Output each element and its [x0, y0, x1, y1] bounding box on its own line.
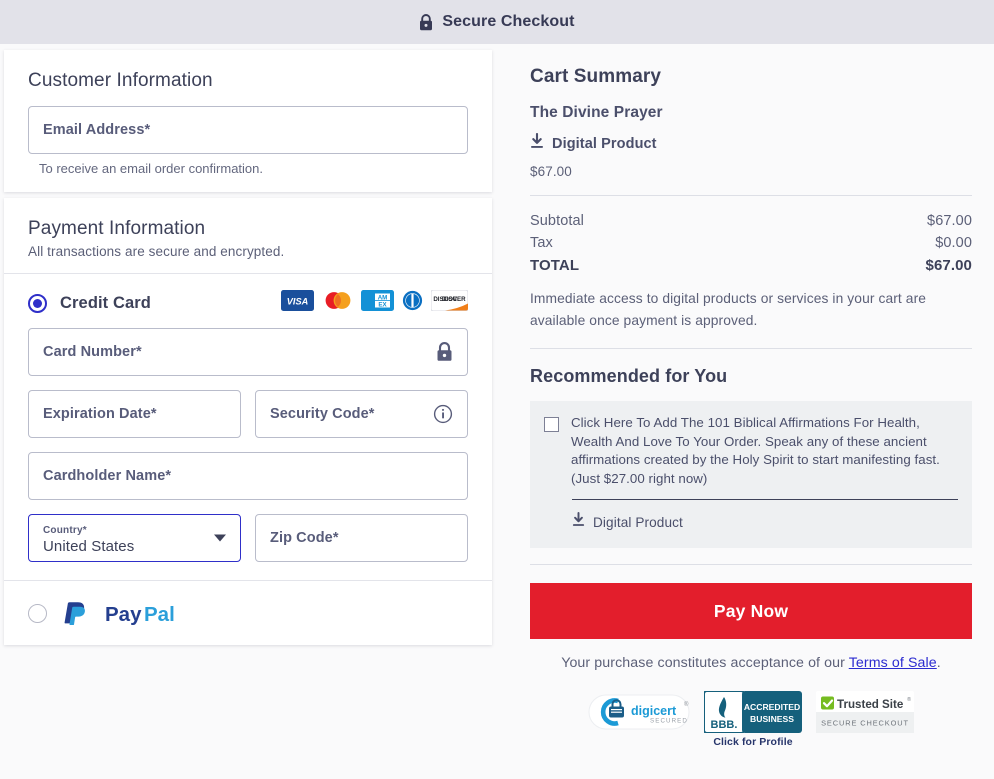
zip-code-placeholder: Zip Code*: [270, 530, 339, 546]
card-brand-logos: VISA AM EX DISC DISCOVER: [281, 289, 469, 316]
subtotal-label: Subtotal: [530, 213, 585, 229]
svg-text:VISA: VISA: [287, 297, 308, 307]
country-label: Country*: [43, 525, 87, 536]
bbb-badge[interactable]: BBB. ACCREDITED BUSINESS Click for Profi…: [704, 691, 802, 748]
svg-text:BBB.: BBB.: [711, 719, 738, 731]
svg-text:Trusted: Trusted: [837, 698, 879, 711]
pay-now-button[interactable]: Pay Now: [530, 583, 972, 639]
svg-text:Pay: Pay: [105, 603, 142, 626]
svg-text:®: ®: [684, 701, 689, 708]
svg-text:Site: Site: [882, 698, 904, 711]
total-label: TOTAL: [530, 257, 580, 274]
checkout-page: Secure Checkout Customer Information Ema…: [0, 0, 994, 779]
svg-text:Pal: Pal: [144, 603, 175, 626]
country-select[interactable]: Country* United States: [28, 514, 241, 562]
email-helper-text: To receive an email order confirmation.: [39, 161, 263, 176]
upsell-product-type-label: Digital Product: [593, 514, 683, 530]
product-name: The Divine Prayer: [530, 104, 663, 121]
visa-icon: VISA: [281, 290, 314, 316]
credit-card-fields: Card Number* Expiration Date* Security C…: [4, 328, 492, 580]
paypal-method-row[interactable]: Pay Pal: [4, 580, 492, 645]
expiration-date-field[interactable]: Expiration Date*: [28, 390, 241, 438]
country-zip-row: Country* United States Zip Code*: [28, 514, 468, 562]
trustedsite-badge[interactable]: Trusted Site ® SECURE CHECKOUT: [816, 691, 914, 738]
paypal-radio[interactable]: [28, 603, 47, 623]
card-number-placeholder: Card Number*: [43, 344, 142, 360]
subtotal-value: $67.00: [927, 213, 972, 229]
upsell-divider: [572, 499, 958, 500]
secure-checkout-header: Secure Checkout: [0, 0, 994, 44]
payment-subtitle: All transactions are secure and encrypte…: [28, 244, 285, 259]
mastercard-icon: [321, 290, 354, 316]
upsell-checkbox[interactable]: [544, 417, 559, 432]
email-placeholder: Email Address*: [43, 122, 151, 138]
chevron-down-icon[interactable]: [214, 534, 226, 542]
svg-text:AM: AM: [378, 294, 388, 301]
subtotal-row: Subtotal $67.00: [530, 210, 972, 232]
country-value: United States: [43, 538, 135, 555]
amex-icon: AM EX: [361, 290, 394, 316]
terms-note: Your purchase constitutes acceptance of …: [530, 655, 972, 671]
totals-block: Subtotal $67.00 Tax $0.00 TOTAL $67.00 I…: [530, 196, 972, 332]
download-icon: [572, 512, 585, 532]
total-row: TOTAL $67.00: [530, 254, 972, 277]
right-column: Cart Summary The Divine Prayer Digital P…: [492, 44, 994, 748]
upsell-product-type-row: Digital Product: [572, 512, 958, 532]
cart-divider-3: [530, 564, 972, 565]
svg-text:EX: EX: [378, 302, 387, 309]
payment-information-title: Payment Information: [28, 218, 206, 239]
customer-information-card: Customer Information Email Address* To r…: [4, 50, 492, 192]
credit-card-method-row[interactable]: Credit Card VISA AM EX DISC DISCOVER: [4, 274, 492, 328]
cardholder-name-field[interactable]: Cardholder Name*: [28, 452, 468, 500]
digicert-badge[interactable]: digicert ® SECURED: [588, 691, 690, 738]
recommended-title: Recommended for You: [530, 366, 728, 386]
cart-summary: Cart Summary The Divine Prayer Digital P…: [508, 44, 994, 748]
svg-text:digicert: digicert: [631, 704, 677, 718]
paypal-logo-icon: Pay Pal: [61, 598, 193, 628]
expiration-date-placeholder: Expiration Date*: [43, 406, 157, 422]
terms-of-sale-link[interactable]: Terms of Sale: [849, 655, 937, 671]
bbb-click-for-profile[interactable]: Click for Profile: [713, 736, 792, 748]
tax-value: $0.00: [935, 235, 972, 251]
info-icon[interactable]: [433, 404, 453, 424]
lock-icon: [436, 342, 453, 362]
cart-summary-title: Cart Summary: [530, 66, 662, 87]
product-type-row: Digital Product: [530, 132, 972, 154]
cart-divider-2: [530, 348, 972, 349]
svg-text:DISCOVER: DISCOVER: [433, 296, 466, 303]
card-number-field[interactable]: Card Number*: [28, 328, 468, 376]
terms-prefix: Your purchase constitutes acceptance of …: [561, 655, 849, 671]
checkout-columns: Customer Information Email Address* To r…: [0, 44, 994, 748]
tax-row: Tax $0.00: [530, 232, 972, 254]
lock-icon: [419, 13, 433, 31]
credit-card-radio[interactable]: [28, 293, 47, 313]
trust-badges: digicert ® SECURED BBB. ACCREDITED BUSIN…: [530, 691, 972, 748]
credit-card-label: Credit Card: [60, 293, 151, 312]
security-code-field[interactable]: Security Code*: [255, 390, 468, 438]
product-price: $67.00: [530, 164, 572, 179]
cardholder-name-placeholder: Cardholder Name*: [43, 468, 172, 484]
diners-club-icon: [401, 290, 424, 316]
terms-suffix: .: [936, 655, 941, 671]
security-code-placeholder: Security Code*: [270, 406, 375, 422]
svg-text:SECURED: SECURED: [650, 718, 688, 725]
expiry-security-row: Expiration Date* Security Code*: [28, 390, 468, 438]
zip-code-field[interactable]: Zip Code*: [255, 514, 468, 562]
access-note: Immediate access to digital products or …: [530, 291, 927, 328]
page-title: Secure Checkout: [442, 13, 575, 30]
tax-label: Tax: [530, 235, 553, 251]
svg-text:SECURE CHECKOUT: SECURE CHECKOUT: [821, 719, 909, 728]
svg-text:BUSINESS: BUSINESS: [750, 714, 794, 724]
svg-text:ACCREDITED: ACCREDITED: [744, 702, 800, 712]
left-column: Customer Information Email Address* To r…: [0, 44, 492, 645]
upsell-offer-box[interactable]: Click Here To Add The 101 Biblical Affir…: [530, 401, 972, 548]
email-field[interactable]: Email Address*: [28, 106, 468, 154]
download-icon: [530, 132, 544, 154]
upsell-offer-text: Click Here To Add The 101 Biblical Affir…: [571, 415, 940, 486]
customer-information-title: Customer Information: [28, 70, 213, 91]
total-value: $67.00: [925, 257, 972, 274]
discover-icon: DISC x DISCOVER: [430, 289, 469, 316]
product-type-label: Digital Product: [552, 135, 657, 152]
payment-information-card: Payment Information All transactions are…: [4, 198, 492, 645]
